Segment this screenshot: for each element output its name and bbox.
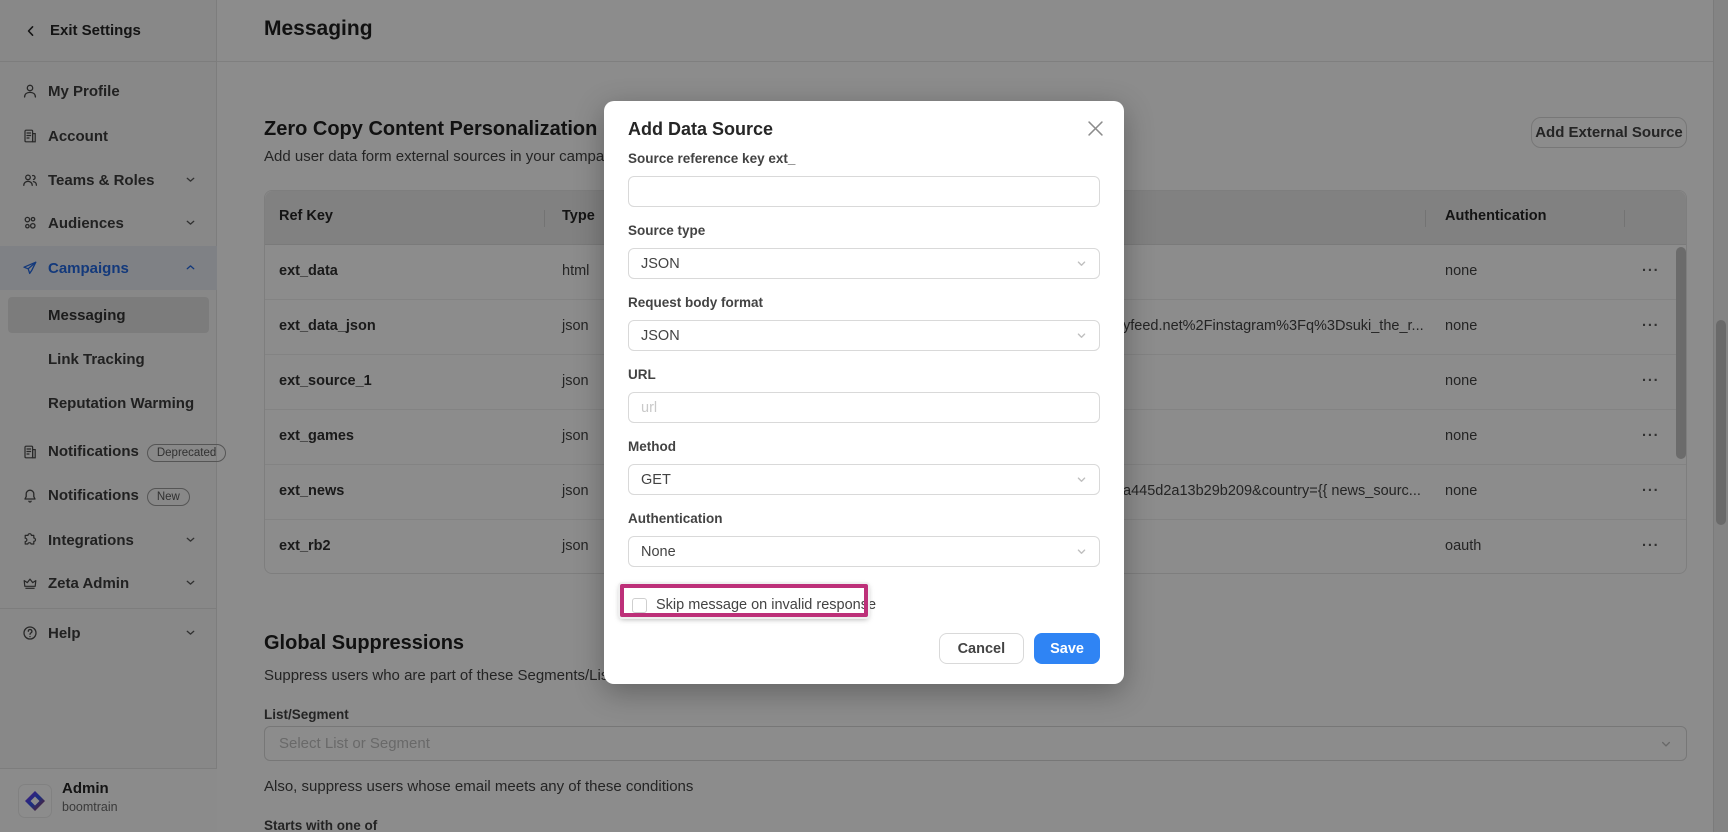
skip-message-checkbox[interactable]: [632, 598, 647, 613]
source-type-label: Source type: [628, 223, 705, 238]
app-window: Exit Settings My Profile Account Teams &…: [0, 0, 1728, 832]
chevron-down-icon: [1076, 474, 1087, 485]
close-icon[interactable]: [1088, 121, 1104, 137]
skip-message-row: Skip message on invalid response: [628, 590, 876, 620]
skip-message-label: Skip message on invalid response: [656, 597, 876, 613]
request-body-format-select[interactable]: JSON: [628, 320, 1100, 351]
modal-title: Add Data Source: [628, 119, 773, 140]
source-ref-key-input[interactable]: [628, 176, 1100, 207]
authentication-select[interactable]: None: [628, 536, 1100, 567]
request-body-format-label: Request body format: [628, 295, 763, 310]
authentication-label: Authentication: [628, 511, 723, 526]
cancel-button[interactable]: Cancel: [939, 633, 1025, 664]
method-select[interactable]: GET: [628, 464, 1100, 495]
add-data-source-modal: Add Data Source Source reference key ext…: [604, 101, 1124, 684]
source-type-select[interactable]: JSON: [628, 248, 1100, 279]
chevron-down-icon: [1076, 330, 1087, 341]
save-button[interactable]: Save: [1034, 633, 1100, 664]
chevron-down-icon: [1076, 546, 1087, 557]
url-input[interactable]: [628, 392, 1100, 423]
source-ref-key-label: Source reference key ext_: [628, 151, 795, 166]
url-label: URL: [628, 367, 656, 382]
chevron-down-icon: [1076, 258, 1087, 269]
method-label: Method: [628, 439, 676, 454]
